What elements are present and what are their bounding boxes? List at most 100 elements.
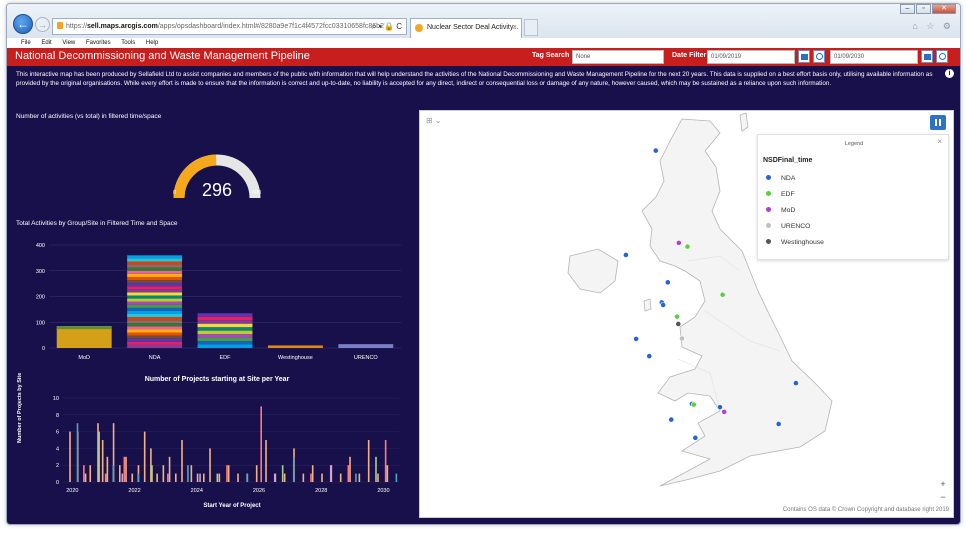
bar-nda[interactable] (127, 255, 183, 348)
year-bar[interactable] (281, 465, 284, 482)
year-bar[interactable] (395, 473, 398, 482)
menu-edit[interactable]: Edit (41, 40, 51, 46)
year-bar[interactable] (384, 440, 387, 482)
date-from-time-button[interactable] (813, 50, 825, 63)
year-bar[interactable] (283, 473, 286, 482)
year-bar[interactable] (265, 440, 267, 482)
uk-map[interactable]: ⊞ ⌄ Legend × NSDFinal_time NDA EDF MoD U… (419, 110, 954, 518)
year-bar[interactable] (226, 465, 228, 482)
menu-file[interactable]: File (21, 40, 31, 46)
year-bar[interactable] (131, 473, 134, 482)
year-bar[interactable] (187, 465, 189, 482)
year-bar[interactable] (162, 465, 165, 482)
year-bar[interactable] (227, 465, 230, 482)
year-bar[interactable] (137, 473, 139, 482)
year-bar[interactable] (203, 473, 205, 482)
year-bar[interactable] (358, 473, 361, 482)
site-point-nda[interactable] (692, 434, 699, 441)
bar-edf[interactable] (197, 313, 253, 348)
site-point-westinghouse[interactable] (675, 321, 682, 327)
zoom-out-button[interactable]: − (938, 492, 948, 502)
year-bar[interactable] (190, 465, 193, 482)
date-to-time-button[interactable] (936, 50, 948, 63)
year-bar[interactable] (377, 473, 379, 482)
site-point-edf[interactable] (719, 291, 726, 298)
tag-search-input[interactable]: None (572, 50, 664, 64)
year-bar[interactable] (89, 465, 92, 482)
legend-toggle-button[interactable] (930, 115, 946, 130)
date-from-input[interactable]: 01/09/2019 (707, 50, 795, 64)
close-window-button[interactable]: ✕ (932, 4, 956, 14)
maximize-button[interactable]: ▫ (916, 4, 931, 14)
year-bar[interactable] (260, 406, 262, 482)
year-bar[interactable] (216, 473, 219, 482)
year-bar[interactable] (168, 456, 171, 482)
year-bar[interactable] (151, 465, 153, 482)
year-bar[interactable] (119, 465, 121, 482)
address-bar[interactable]: https://sell.maps.arcgis.com/apps/opsdas… (52, 18, 407, 35)
year-bar[interactable] (329, 465, 332, 482)
date-to-calendar-button[interactable] (921, 50, 933, 63)
year-bar[interactable] (375, 456, 377, 482)
year-bar[interactable] (121, 473, 124, 482)
site-point-nda[interactable] (668, 416, 675, 423)
back-button[interactable]: ← (13, 14, 33, 34)
site-point-edf[interactable] (674, 313, 680, 320)
date-to-input[interactable]: 01/09/2030 (830, 50, 918, 64)
year-bar[interactable] (218, 473, 221, 482)
year-bar[interactable] (106, 456, 109, 482)
zoom-in-button[interactable]: + (938, 479, 948, 489)
year-bar[interactable] (76, 423, 79, 482)
year-bar[interactable] (311, 465, 314, 482)
site-point-nda[interactable] (793, 380, 799, 386)
site-point-nda[interactable] (623, 252, 629, 258)
site-point-urenco[interactable] (679, 335, 685, 342)
browser-tab[interactable]: Nuclear Sector Deal Activity... × (410, 18, 522, 38)
year-bar[interactable] (143, 431, 146, 482)
address-bar-icons[interactable]: ⌕ ▾ 🔒 C (372, 19, 402, 34)
year-bar[interactable] (167, 473, 169, 482)
menu-view[interactable]: View (62, 40, 75, 46)
site-point-nda[interactable] (652, 147, 659, 154)
map-tools-icon[interactable]: ⊞ ⌄ (426, 116, 442, 125)
site-point-nda[interactable] (717, 404, 723, 411)
bar-mod[interactable] (56, 326, 112, 348)
year-bar[interactable] (339, 473, 342, 482)
year-bar[interactable] (181, 440, 183, 482)
year-bar[interactable] (101, 440, 104, 482)
year-bar[interactable] (237, 473, 239, 482)
year-bar[interactable] (199, 473, 201, 482)
tab-close-icon[interactable]: × (513, 19, 517, 37)
year-bar[interactable] (69, 431, 71, 482)
year-bar[interactable] (386, 465, 389, 482)
year-bar[interactable] (175, 473, 177, 482)
menu-favorites[interactable]: Favorites (86, 40, 111, 46)
info-icon[interactable]: i (945, 69, 954, 78)
year-bar[interactable] (367, 440, 370, 482)
site-point-nda[interactable] (660, 302, 667, 308)
year-bar[interactable] (273, 473, 276, 482)
year-bar[interactable] (98, 431, 100, 482)
year-bar[interactable] (310, 473, 312, 482)
new-tab-button[interactable] (524, 19, 538, 36)
year-bar[interactable] (255, 465, 258, 482)
site-point-nda[interactable] (664, 279, 671, 286)
year-bar[interactable] (123, 456, 126, 482)
browser-home-star-gear-icons[interactable]: ⌂ ☆ ⚙ (912, 21, 954, 32)
year-bar[interactable] (209, 448, 211, 482)
year-bar[interactable] (302, 473, 305, 482)
site-point-nda[interactable] (633, 336, 640, 342)
year-bar[interactable] (125, 456, 127, 482)
year-bar[interactable] (112, 465, 115, 482)
forward-button[interactable]: → (35, 17, 50, 32)
year-bar[interactable] (83, 465, 85, 482)
year-bar[interactable] (104, 473, 107, 482)
legend-close-icon[interactable]: × (937, 137, 942, 146)
year-bar[interactable] (156, 473, 158, 482)
year-bar[interactable] (292, 456, 295, 482)
date-from-calendar-button[interactable] (798, 50, 810, 63)
bar-urenco[interactable] (338, 344, 394, 348)
year-bar[interactable] (355, 473, 357, 482)
year-bar[interactable] (347, 465, 350, 482)
site-point-edf[interactable] (684, 243, 691, 250)
